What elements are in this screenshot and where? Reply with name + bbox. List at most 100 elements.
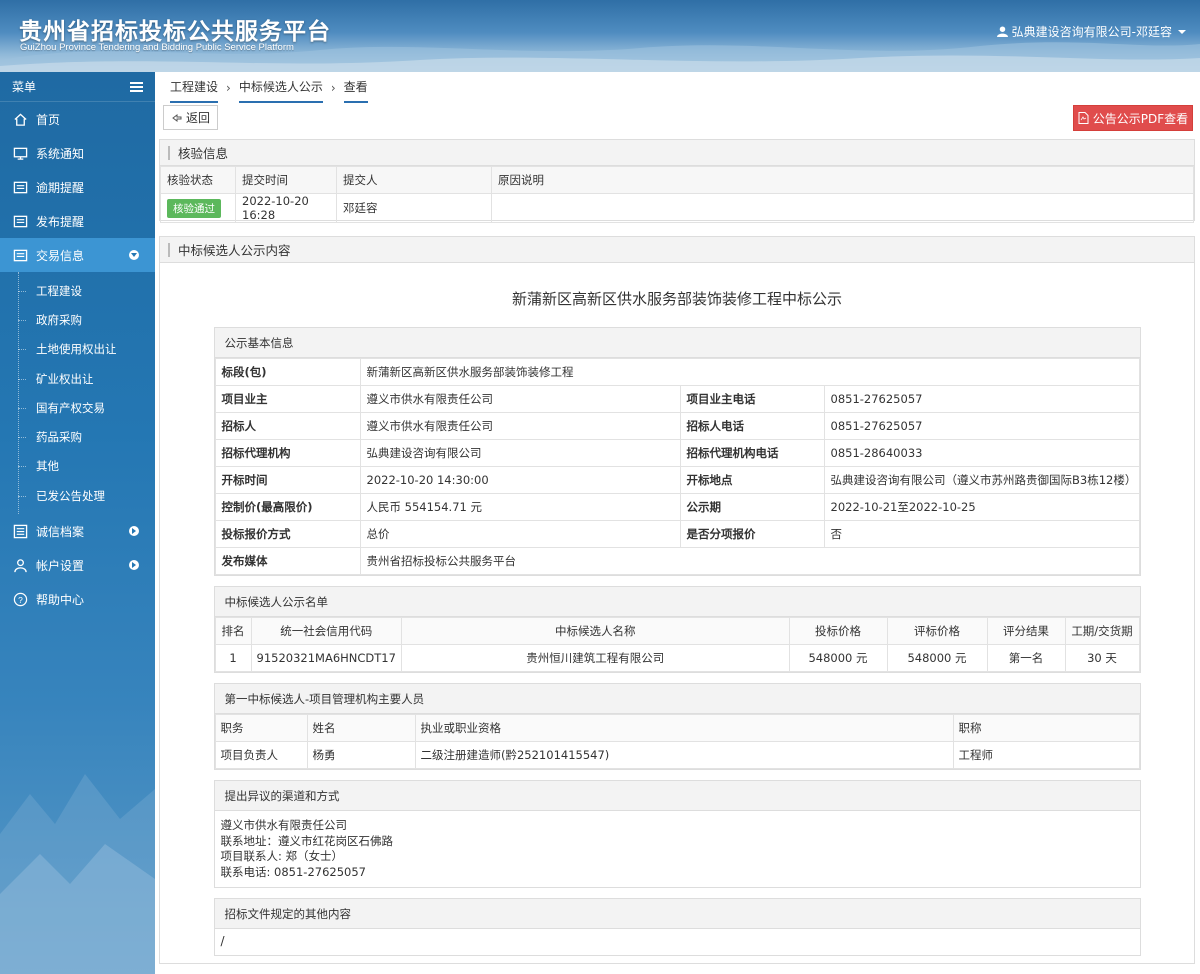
sidebar: 菜单 首页 系统通知 逾期提醒 发布提醒 交易信息 工程建设 政府采购 土地使用… <box>0 72 155 974</box>
sidebar-subitem-land[interactable]: 土地使用权出让 <box>0 335 155 364</box>
breadcrumb-separator: › <box>226 80 231 95</box>
objection-line: 联系电话: 0851-27625057 <box>220 864 366 879</box>
hamburger-icon[interactable] <box>130 81 143 92</box>
field-value: 2022-10-21至2022-10-25 <box>823 493 1140 521</box>
table-row: 标段(包) 新蒲新区高新区供水服务部装饰装修工程 <box>214 358 1140 386</box>
field-label: 是否分项报价 <box>679 520 825 548</box>
breadcrumb-separator: › <box>330 80 336 95</box>
table-row: 开标时间 2022-10-20 14:30:00 开标地点 弘典建设咨询有限公司… <box>214 466 1140 494</box>
objection-line: 联系地址：遵义市红花岗区石佛路 <box>220 833 394 848</box>
sidebar-item-publish[interactable]: 发布提醒 <box>0 204 155 238</box>
sidebar-item-label: 交易信息 <box>36 248 85 263</box>
table-row: 控制价(最高限价) 人民币 554154.71 元 公示期 2022-10-21… <box>214 493 1140 521</box>
sidebar-subitem-procurement[interactable]: 政府采购 <box>0 305 155 334</box>
sidebar-item-notice[interactable]: 系统通知 <box>0 136 155 170</box>
table-row: 项目负责人 杨勇 二级注册建造师(黔252101415547) 工程师 <box>214 741 1140 769</box>
candidates-table: 排名 统一社会信用代码 中标候选人名称 投标价格 评标价格 评分结果 工期/交货… <box>214 617 1140 672</box>
field-value: 遵义市供水有限责任公司 <box>359 412 681 440</box>
table-row: 投标报价方式 总价 是否分项报价 否 <box>214 520 1140 548</box>
pdf-view-button[interactable]: 公告公示PDF查看 <box>1073 105 1193 131</box>
back-button[interactable]: 返回 <box>163 105 218 130</box>
sidebar-subitem-other[interactable]: 其他 <box>0 452 155 481</box>
objection-line: 项目联系人: 郑（女士） <box>220 849 344 863</box>
column-header: 中标候选人名称 <box>400 617 790 645</box>
table-row: 项目业主 遵义市供水有限责任公司 项目业主电话 0851-27625057 <box>214 385 1140 413</box>
sidebar-subitem-drugs[interactable]: 药品采购 <box>0 422 155 451</box>
sidebar-item-credit[interactable]: 诚信档案 <box>0 514 155 548</box>
field-value: 2022-10-20 14:30:00 <box>359 466 681 494</box>
chevron-down-icon <box>129 250 139 260</box>
document-title: 新蒲新区高新区供水服务部装饰装修工程中标公示 <box>511 290 842 308</box>
table-row: 1 91520321MA6HNCDT17 贵州恒川建筑工程有限公司 548000… <box>214 644 1140 672</box>
table-row: 招标代理机构 弘典建设咨询有限公司 招标代理机构电话 0851-28640033 <box>214 439 1140 467</box>
sidebar-item-help[interactable]: ? 帮助中心 <box>0 582 155 616</box>
field-value: 0851-27625057 <box>823 412 1140 440</box>
section-title: 中标候选人公示名单 <box>214 587 1140 617</box>
field-value: 遵义市供水有限责任公司 <box>359 385 681 413</box>
list-icon <box>12 179 28 195</box>
table-row: 发布媒体 贵州省招标投标公共服务平台 <box>214 547 1140 575</box>
field-label: 项目业主电话 <box>679 385 825 413</box>
field-label: 投标报价方式 <box>214 520 361 548</box>
column-header: 评分结果 <box>986 617 1066 645</box>
help-icon: ? <box>12 591 28 607</box>
chevron-down-icon <box>1178 29 1186 34</box>
basic-info-section: 公示基本信息 标段(包) 新蒲新区高新区供水服务部装饰装修工程 项目业主 遵义市… <box>213 327 1141 576</box>
pdf-view-label: 公告公示PDF查看 <box>1092 111 1189 126</box>
sidebar-subitem-engineering[interactable]: 工程建设 <box>0 276 155 305</box>
header: 贵州省招标投标公共服务平台 GuiZhou Province Tendering… <box>0 0 1200 72</box>
sidebar-item-overdue[interactable]: 逾期提醒 <box>0 170 155 204</box>
sidebar-item-trade[interactable]: 交易信息 <box>0 238 155 272</box>
sidebar-subitem-mining[interactable]: 矿业权出让 <box>0 364 155 393</box>
column-header: 姓名 <box>306 714 416 742</box>
field-label: 招标代理机构电话 <box>679 439 825 467</box>
reason <box>491 193 1194 223</box>
sidebar-item-account[interactable]: 帐户设置 <box>0 548 155 582</box>
svg-text:?: ? <box>18 595 23 605</box>
breadcrumb: 工程建设 › 中标候选人公示 › 查看 <box>170 78 368 103</box>
column-header: 核验状态 <box>160 166 236 194</box>
breadcrumb-item[interactable]: 中标候选人公示 <box>238 78 323 103</box>
sidebar-item-home[interactable]: 首页 <box>0 102 155 136</box>
field-value: 0851-28640033 <box>823 439 1140 467</box>
section-title: 招标文件规定的其他内容 <box>214 899 1140 929</box>
column-header: 排名 <box>214 617 252 645</box>
credit-code: 91520321MA6HNCDT17 <box>250 644 402 672</box>
breadcrumb-item[interactable]: 工程建设 <box>170 78 219 103</box>
basic-info-table: 标段(包) 新蒲新区高新区供水服务部装饰装修工程 项目业主 遵义市供水有限责任公… <box>214 358 1140 575</box>
content-panel-title: 中标候选人公示内容 <box>178 243 291 258</box>
verify-panel-title: 核验信息 <box>178 146 229 161</box>
field-value: 新蒲新区高新区供水服务部装饰装修工程 <box>359 358 1140 386</box>
user-menu[interactable]: 弘典建设咨询有限公司-邓廷容 <box>996 23 1186 40</box>
staff-qualification: 二级注册建造师(黔252101415547) <box>414 741 954 769</box>
column-header: 执业或职业资格 <box>414 714 954 742</box>
grid-icon <box>12 523 28 539</box>
staff-role: 项目负责人 <box>214 741 308 769</box>
score-result: 第一名 <box>986 644 1066 672</box>
field-value: 弘典建设咨询有限公司 <box>359 439 681 467</box>
field-label: 发布媒体 <box>214 547 361 575</box>
field-label: 招标代理机构 <box>214 439 361 467</box>
sidebar-item-label: 帐户设置 <box>36 558 85 573</box>
section-title: 公示基本信息 <box>214 328 1140 358</box>
column-header: 投标价格 <box>788 617 888 645</box>
other-content-section: 招标文件规定的其他内容 / <box>213 898 1141 956</box>
sidebar-item-label: 首页 <box>36 112 61 127</box>
objection-line: 遵义市供水有限责任公司 <box>220 818 348 832</box>
field-value: 弘典建设咨询有限公司（遵义市苏州路贵御国际B3栋12楼） <box>823 466 1140 494</box>
field-label: 项目业主 <box>214 385 361 413</box>
verify-table: 核验状态 提交时间 提交人 原因说明 核验通过 2022-10-20 16:28… <box>160 166 1194 223</box>
sidebar-item-label: 逾期提醒 <box>36 180 85 195</box>
user-icon <box>12 557 28 573</box>
sidebar-item-label: 系统通知 <box>36 146 85 161</box>
other-content-value: / <box>220 934 225 948</box>
sidebar-subitem-state-assets[interactable]: 国有产权交易 <box>0 393 155 422</box>
sidebar-subitem-published[interactable]: 已发公告处理 <box>0 481 155 510</box>
staff-section: 第一中标候选人-项目管理机构主要人员 职务 姓名 执业或职业资格 职称 项目负责… <box>213 683 1141 770</box>
table-row: 招标人 遵义市供水有限责任公司 招标人电话 0851-27625057 <box>214 412 1140 440</box>
field-label: 开标时间 <box>214 466 361 494</box>
column-header: 工期/交货期 <box>1064 617 1140 645</box>
staff-table: 职务 姓名 执业或职业资格 职称 项目负责人 杨勇 二级注册建造师(黔25210… <box>214 714 1140 769</box>
rank: 1 <box>214 644 252 672</box>
main-content: 工程建设 › 中标候选人公示 › 查看 返回 公告公示PDF查看 核验信息 核验… <box>155 72 1200 974</box>
